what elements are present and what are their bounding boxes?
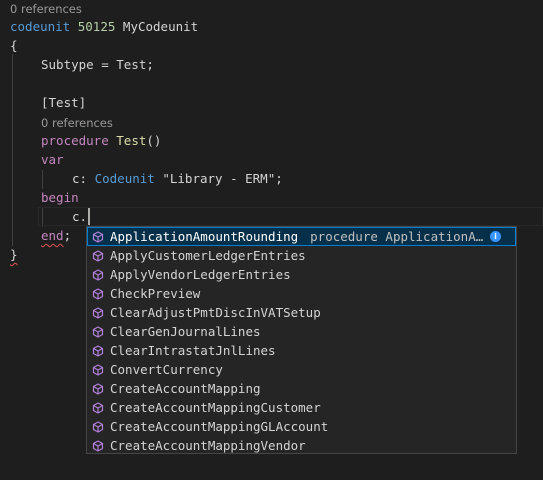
keyword-var: var — [41, 152, 64, 167]
method-cube-icon — [92, 325, 104, 338]
code-line-procedure: procedure Test() — [41, 131, 161, 150]
codelens-references-codeunit[interactable]: 0 references — [10, 1, 82, 17]
suggestion-item[interactable]: ClearIntrastatJnlLines — [87, 341, 516, 360]
keyword-codeunit: codeunit — [10, 19, 71, 34]
test-attribute: [Test] — [41, 95, 87, 110]
method-cube-icon — [92, 230, 104, 243]
procedure-name: Test — [116, 133, 147, 148]
keyword-procedure: procedure — [41, 133, 109, 148]
method-cube-icon — [92, 363, 104, 376]
suggestion-label: CreateAccountMappingCustomer — [110, 400, 321, 415]
code-line-test-attribute: [Test] — [41, 93, 86, 112]
suggestion-label: CreateAccountMappingGLAccount — [110, 419, 329, 434]
suggestion-item[interactable]: ClearAdjustPmtDiscInVATSetup — [87, 303, 516, 322]
method-cube-icon — [92, 249, 104, 262]
suggestion-label: ClearAdjustPmtDiscInVATSetup — [110, 305, 321, 320]
method-cube-icon — [92, 268, 104, 281]
suggestion-item[interactable]: ClearGenJournalLines — [87, 322, 516, 341]
code-line-subtype: Subtype = Test; — [41, 55, 154, 74]
variable-target: "Library - ERM" — [162, 171, 276, 186]
suggestion-item[interactable]: CreateAccountMappingCustomer — [87, 398, 516, 417]
method-cube-icon — [92, 439, 104, 452]
suggestion-item[interactable]: CreateAccountMappingVendor — [87, 436, 516, 453]
code-line-open-brace: { — [10, 36, 18, 55]
suggestion-item[interactable]: ApplyVendorLedgerEntries — [87, 265, 516, 284]
suggestion-label: ApplyCustomerLedgerEntries — [110, 248, 306, 263]
codelens-references-procedure[interactable]: 0 references — [41, 115, 113, 131]
code-line-typed-member-access: c. — [72, 207, 87, 226]
suggestion-item[interactable]: ConvertCurrency — [87, 360, 516, 379]
method-cube-icon — [92, 344, 104, 357]
info-icon[interactable]: i — [490, 231, 501, 242]
method-cube-icon — [92, 420, 104, 433]
variable-type: Codeunit — [94, 171, 155, 186]
suggestion-label: ConvertCurrency — [110, 362, 223, 377]
suggestion-label: ApplicationAmountRounding — [110, 229, 299, 244]
variable-semicolon: ; — [275, 171, 283, 186]
keyword-end: end — [41, 228, 64, 243]
indent-guide — [42, 170, 43, 189]
suggestion-label: ClearGenJournalLines — [110, 324, 261, 339]
variable-name: c: — [72, 171, 88, 186]
suggestion-item[interactable]: CreateAccountMapping — [87, 379, 516, 398]
code-line-codeunit-declaration: codeunit 50125 MyCodeunit — [10, 17, 198, 36]
code-line-end: end; — [41, 226, 71, 245]
keyword-begin: begin — [41, 190, 79, 205]
suggestion-item[interactable]: CreateAccountMappingGLAccount — [87, 417, 516, 436]
code-line-var: var — [41, 150, 64, 169]
typed-text: c. — [72, 209, 88, 224]
codeunit-name: MyCodeunit — [122, 19, 199, 34]
method-cube-icon — [92, 382, 104, 395]
code-line-close-brace: } — [10, 245, 18, 264]
intellisense-suggest-widget[interactable]: ApplicationAmountRounding procedure Appl… — [86, 226, 517, 454]
code-line-begin: begin — [41, 188, 79, 207]
open-brace: { — [10, 38, 18, 53]
suggestion-item[interactable]: ApplicationAmountRounding procedure Appl… — [87, 227, 516, 246]
current-line-highlight — [38, 207, 543, 226]
method-cube-icon — [92, 401, 104, 414]
suggestion-label: ApplyVendorLedgerEntries — [110, 267, 291, 282]
suggestion-label: CreateAccountMapping — [110, 381, 261, 396]
close-brace: } — [10, 247, 18, 262]
suggestion-detail: procedure ApplicationA… — [310, 229, 484, 244]
suggestion-label: CreateAccountMappingVendor — [110, 438, 306, 453]
suggestion-label: CheckPreview — [110, 286, 201, 301]
method-cube-icon — [92, 287, 104, 300]
suggestion-item[interactable]: CheckPreview — [87, 284, 516, 303]
suggestion-item[interactable]: ApplyCustomerLedgerEntries — [87, 246, 516, 265]
indent-guide — [12, 54, 13, 246]
text-cursor — [88, 208, 90, 225]
codeunit-id: 50125 — [77, 19, 116, 34]
suggestion-label: ClearIntrastatJnlLines — [110, 343, 276, 358]
end-semicolon: ; — [63, 228, 72, 243]
subtype-statement: Subtype = Test; — [41, 57, 154, 72]
procedure-parens: () — [146, 133, 162, 148]
code-line-variable-declaration: c: Codeunit "Library - ERM"; — [72, 169, 283, 188]
method-cube-icon — [92, 306, 104, 319]
